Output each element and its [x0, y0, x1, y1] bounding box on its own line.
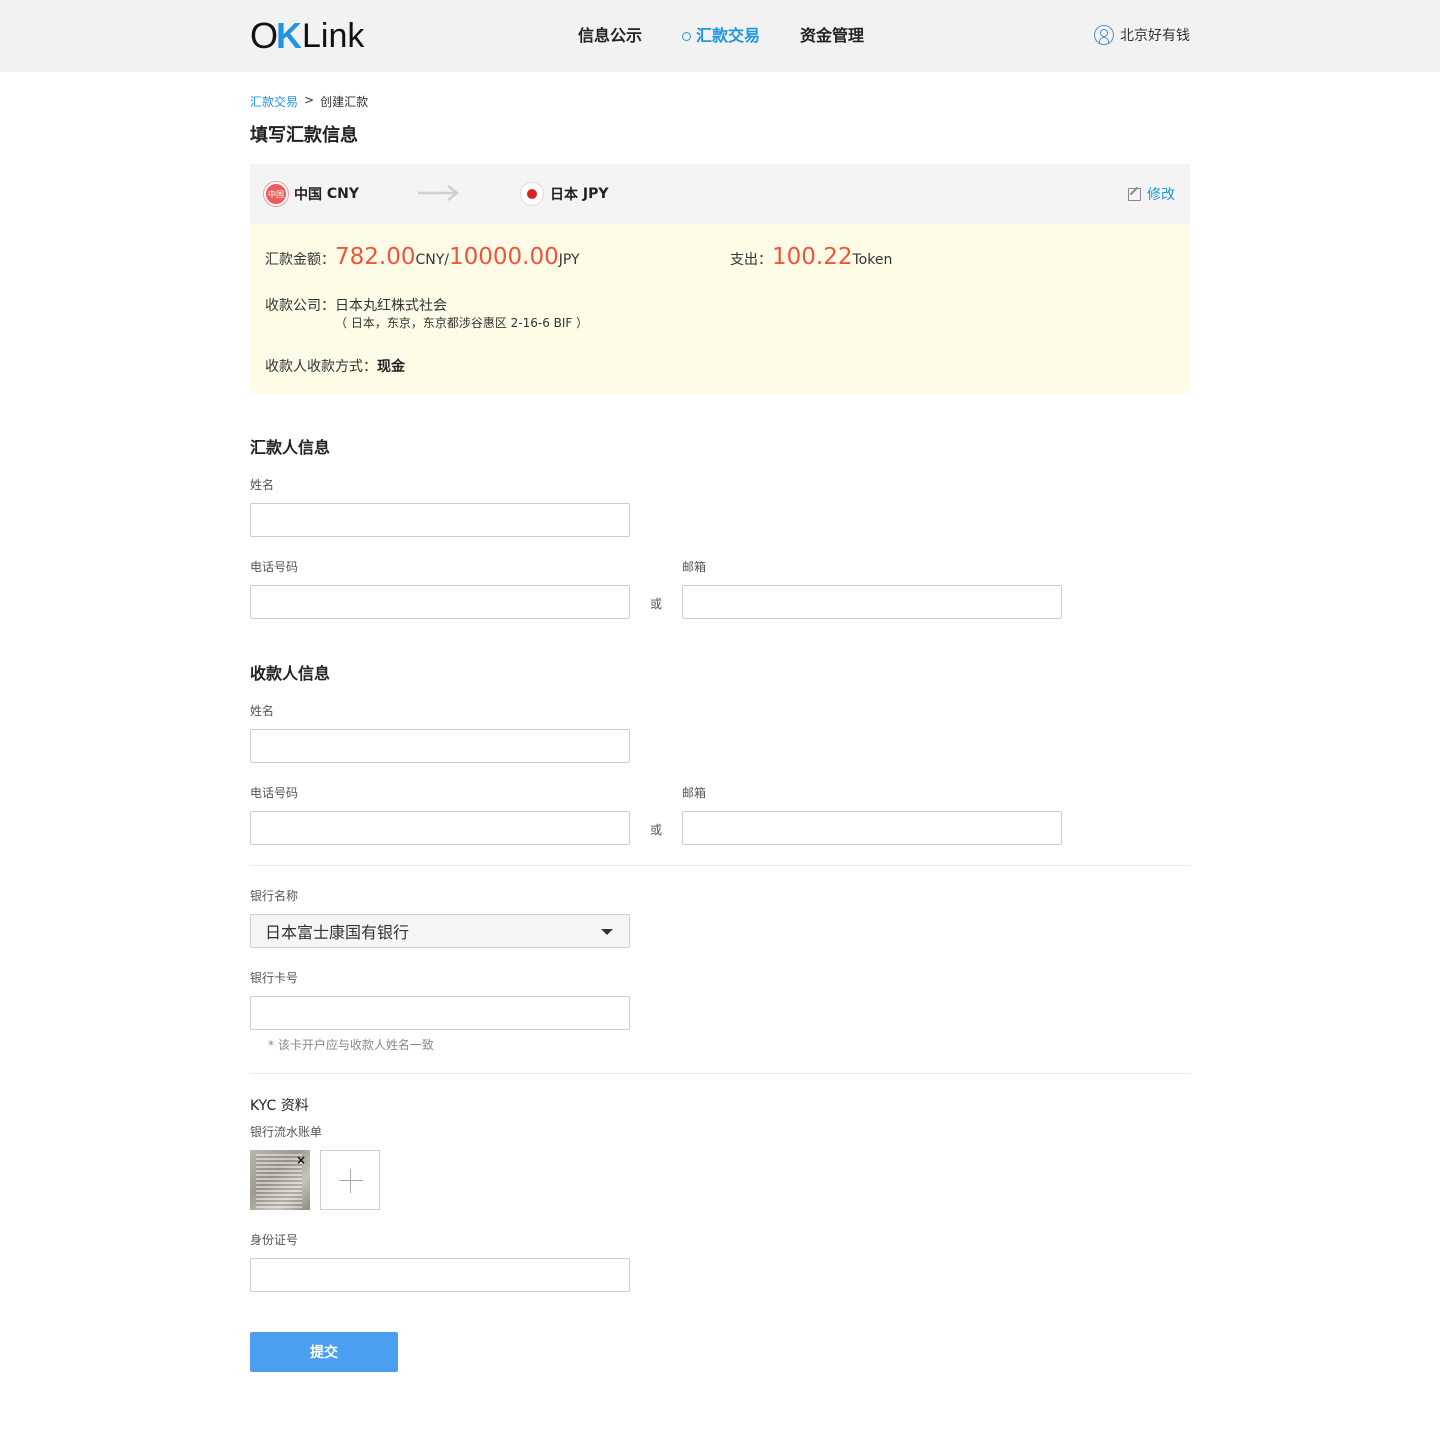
- receiver-email-label: 邮箱: [682, 786, 707, 800]
- receiver-section-title: 收款人信息: [250, 664, 331, 683]
- nav-info-disclosure[interactable]: 信息公示: [578, 24, 642, 48]
- user-menu[interactable]: 北京好有钱: [1094, 25, 1190, 45]
- caret-down-icon: [601, 929, 613, 935]
- breadcrumb: 汇款交易 > 创建汇款: [250, 93, 368, 110]
- section-divider: [250, 1073, 1190, 1074]
- sender-email-label: 邮箱: [682, 560, 707, 574]
- logo-link: Link: [302, 17, 365, 55]
- method-value: 现金: [377, 359, 405, 375]
- bank-name-label: 银行名称: [250, 889, 299, 903]
- from-currency-code: CNY: [326, 186, 360, 202]
- sender-email-input[interactable]: [682, 585, 1062, 619]
- amount-jpy: 10000.00: [449, 244, 559, 270]
- submit-button[interactable]: 提交: [250, 1332, 398, 1372]
- edit-icon: [1128, 187, 1141, 201]
- currency-route: 中国 中国 CNY 日本 JPY 修改: [250, 164, 1190, 224]
- receiver-name-input[interactable]: [250, 729, 630, 763]
- nav-remittance[interactable]: 汇款交易: [682, 24, 760, 48]
- receiver-name-label: 姓名: [250, 704, 275, 718]
- edit-button[interactable]: 修改: [1128, 184, 1175, 204]
- oklink-logo[interactable]: OK Link: [250, 15, 365, 56]
- bank-card-hint: * 该卡开户应与收款人姓名一致: [268, 1038, 434, 1052]
- bank-card-input[interactable]: [250, 996, 630, 1030]
- company-name: 日本丸红株式社会: [335, 298, 447, 314]
- receiver-or-text: 或: [650, 823, 663, 837]
- breadcrumb-parent[interactable]: 汇款交易: [250, 93, 298, 110]
- active-dot-icon: [682, 31, 692, 41]
- sender-phone-label: 电话号码: [250, 560, 299, 574]
- method-line: 收款人收款方式：现金: [265, 359, 405, 375]
- remove-image-icon[interactable]: ×: [295, 1154, 307, 1166]
- id-number-input[interactable]: [250, 1258, 630, 1292]
- page-title: 填写汇款信息: [250, 125, 358, 146]
- main-nav: 信息公示 汇款交易 资金管理: [578, 24, 904, 48]
- company-line: 收款公司：日本丸红株式社会: [265, 298, 447, 314]
- nav-fund-management[interactable]: 资金管理: [800, 24, 864, 48]
- expense-value: 100.22: [772, 244, 853, 270]
- bank-select[interactable]: 日本富士康国有银行: [250, 914, 630, 948]
- add-image-button[interactable]: [320, 1150, 380, 1210]
- from-currency: 中国 中国 CNY: [264, 182, 359, 206]
- id-number-label: 身份证号: [250, 1233, 299, 1247]
- bank-card-label: 银行卡号: [250, 971, 299, 985]
- kyc-section-title: KYC 资料: [250, 1098, 309, 1114]
- expense-line: 支出：100.22Token: [730, 244, 893, 270]
- sender-or-text: 或: [650, 597, 663, 611]
- remittance-summary: 汇款金额：782.00CNY/10000.00JPY 支出：100.22Toke…: [250, 224, 1190, 394]
- sender-name-label: 姓名: [250, 478, 275, 492]
- logo-o: O: [250, 15, 278, 56]
- receiver-phone-label: 电话号码: [250, 786, 299, 800]
- section-divider: [250, 865, 1190, 866]
- arrow-right-icon: [418, 185, 460, 201]
- user-icon: [1094, 25, 1114, 45]
- to-currency-code: JPY: [582, 186, 609, 202]
- from-country: 中国: [294, 187, 322, 203]
- bank-selected-value: 日本富士康国有银行: [265, 923, 410, 942]
- company-address: （ 日本，东京，东京都涉谷惠区 2-16-6 BIF ）: [335, 316, 589, 330]
- bank-statement-label: 银行流水账单: [250, 1125, 323, 1139]
- sender-section-title: 汇款人信息: [250, 438, 331, 457]
- sender-name-input[interactable]: [250, 503, 630, 537]
- china-flag-icon: 中国: [264, 182, 288, 206]
- to-country: 日本: [550, 187, 578, 203]
- logo-k: K: [276, 15, 302, 56]
- to-currency: 日本 JPY: [520, 182, 608, 206]
- top-bar: OK Link 信息公示 汇款交易 资金管理 北京好有钱: [0, 0, 1440, 72]
- receiver-phone-input[interactable]: [250, 811, 630, 845]
- japan-flag-icon: [520, 182, 544, 206]
- amount-cny: 782.00: [335, 244, 416, 270]
- receiver-email-input[interactable]: [682, 811, 1062, 845]
- sender-phone-input[interactable]: [250, 585, 630, 619]
- user-name: 北京好有钱: [1120, 28, 1190, 44]
- breadcrumb-separator: >: [304, 93, 315, 107]
- amount-line: 汇款金额：782.00CNY/10000.00JPY: [265, 244, 580, 270]
- breadcrumb-current: 创建汇款: [320, 95, 369, 109]
